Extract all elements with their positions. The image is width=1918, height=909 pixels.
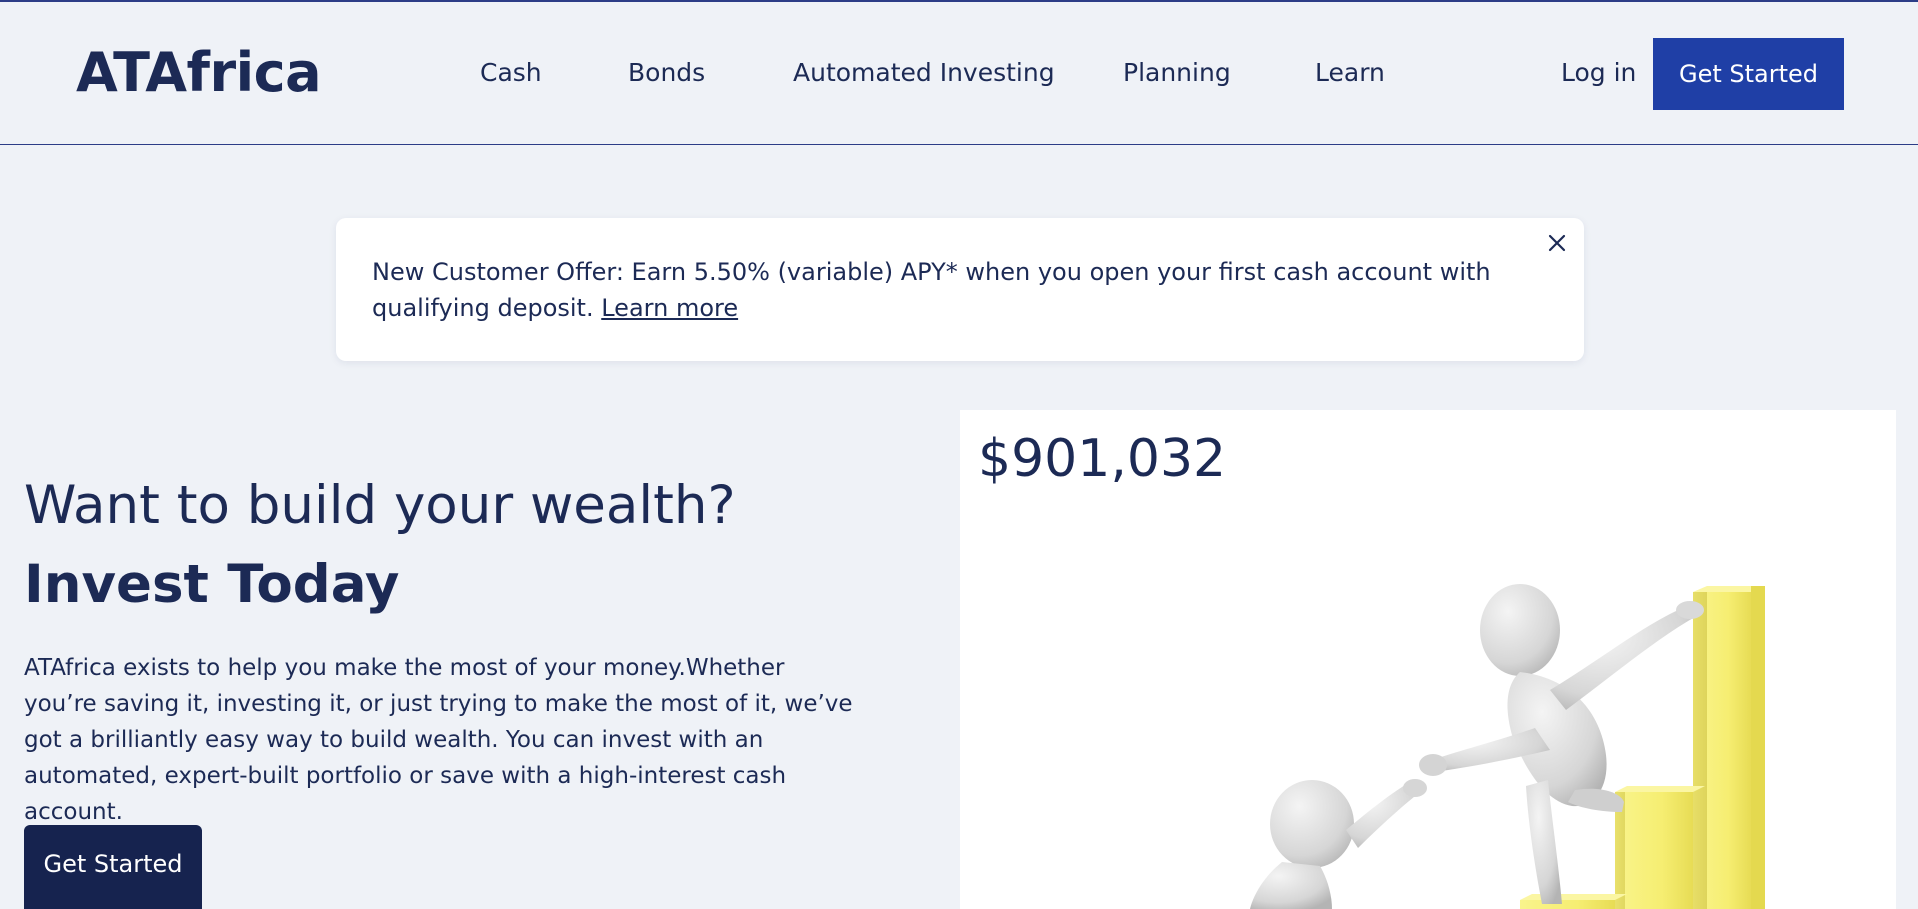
site-header: ATAfrica Cash Bonds Automated Investing …: [0, 2, 1918, 145]
nav-link-learn[interactable]: Learn: [1315, 58, 1385, 88]
offer-message: New Customer Offer: Earn 5.50% (variable…: [372, 258, 1491, 322]
page: ATAfrica Cash Bonds Automated Investing …: [0, 0, 1918, 909]
site-logo[interactable]: ATAfrica: [76, 38, 322, 108]
lower-figure: [1250, 779, 1427, 909]
header-get-started-button[interactable]: Get Started: [1653, 38, 1844, 110]
offer-banner: New Customer Offer: Earn 5.50% (variable…: [336, 218, 1584, 361]
helping-hand-illustration: [1250, 584, 1765, 909]
login-link[interactable]: Log in: [1561, 58, 1636, 88]
nav-link-cash[interactable]: Cash: [480, 58, 542, 88]
nav-link-planning[interactable]: Planning: [1123, 58, 1231, 88]
hero-visual-panel: $901,032: [960, 410, 1896, 909]
hero-get-started-button[interactable]: Get Started: [24, 825, 202, 909]
learn-more-link[interactable]: Learn more: [601, 294, 738, 322]
hero-description: ATAfrica exists to help you make the mos…: [24, 655, 853, 825]
nav-link-bonds[interactable]: Bonds: [628, 58, 705, 88]
hero-title: Want to build your wealth?: [24, 475, 736, 536]
offer-text: New Customer Offer: Earn 5.50% (variable…: [372, 254, 1552, 326]
hero-subtitle: Invest Today: [24, 554, 400, 615]
nav-link-automated-investing[interactable]: Automated Investing: [793, 58, 1055, 88]
